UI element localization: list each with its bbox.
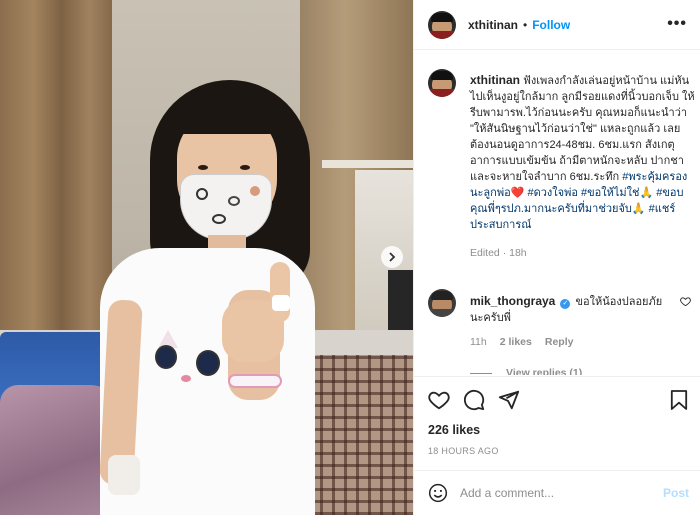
comment-bubble-icon[interactable]	[463, 389, 485, 411]
mask-pattern-4	[212, 214, 226, 224]
caption-avatar[interactable]	[428, 69, 456, 97]
shirt-cat-nose	[181, 375, 191, 382]
mask-pattern-2	[228, 196, 240, 206]
comments-scroll-area[interactable]: xthitinan ฟังเพลงกำลังเล่นอยู่หน้าบ้าน แ…	[414, 51, 700, 375]
curtain-left	[0, 0, 112, 360]
iv-bandage	[108, 455, 140, 495]
header-username[interactable]: xthitinan	[468, 18, 518, 32]
caption-time[interactable]: 18h	[509, 247, 527, 259]
comment-input[interactable]	[460, 486, 650, 500]
chevron-right-icon	[389, 252, 396, 262]
comment-like-heart-icon[interactable]	[680, 296, 691, 307]
verified-badge-icon: ✓	[560, 299, 571, 309]
more-options-icon[interactable]: •••	[667, 15, 687, 33]
caption-text: ฟังเพลงกำลังเล่นอยู่หน้าบ้าน แม่หันไปเห็…	[470, 75, 695, 183]
caption-meta: Edited · 18h	[470, 245, 698, 261]
likes-count[interactable]: 226 likes	[428, 423, 480, 437]
action-bar	[414, 376, 700, 422]
eye-right	[240, 165, 250, 170]
bangs	[170, 92, 282, 134]
finger-bandage	[272, 295, 290, 311]
mask-pattern-1	[196, 188, 208, 200]
edited-label: Edited	[470, 247, 500, 259]
finger-raised	[270, 262, 290, 322]
caption-username[interactable]: xthitinan	[470, 73, 520, 87]
comment-avatar[interactable]	[428, 289, 456, 317]
like-heart-icon[interactable]	[428, 389, 450, 411]
shelf	[322, 160, 413, 168]
hashtag[interactable]: #ดวงใจพ่อ	[527, 187, 577, 199]
comment-meta: 11h 2 likes Reply	[470, 336, 573, 348]
shirt-cat-eye-right	[196, 350, 220, 376]
comment-text-block: mik_thongraya ✓ ขอให้น้องปลอยภัยนะครับพี…	[470, 293, 670, 326]
shirt-cat-eye-left	[155, 345, 177, 369]
eye-left	[198, 165, 208, 170]
hashtag[interactable]: #ขอให้ไม่ใช่🙏	[581, 187, 653, 199]
add-comment-bar: Post	[414, 470, 700, 515]
caption-text-block: xthitinan ฟังเพลงกำลังเล่นอยู่หน้าบ้าน แ…	[470, 72, 698, 261]
bookmark-icon[interactable]	[670, 389, 688, 411]
avatar[interactable]	[428, 10, 456, 39]
view-replies-label: View replies (1)	[506, 367, 583, 375]
comment-likes[interactable]: 2 likes	[500, 336, 532, 348]
face-mask	[180, 174, 272, 240]
replies-divider	[470, 372, 492, 374]
follow-button[interactable]: Follow	[532, 18, 570, 32]
carousel-next-button[interactable]	[381, 246, 403, 268]
post-timestamp[interactable]: 18 HOURS AGO	[428, 446, 499, 456]
share-paper-plane-icon[interactable]	[498, 389, 520, 411]
mask-pattern-3	[250, 186, 260, 196]
view-replies-button[interactable]: View replies (1)	[470, 367, 582, 375]
post-comment-button[interactable]: Post	[663, 486, 689, 500]
plaid-bag	[308, 355, 413, 515]
comment-time[interactable]: 11h	[470, 336, 487, 348]
reply-button[interactable]: Reply	[545, 336, 574, 348]
emoji-icon[interactable]	[428, 483, 448, 503]
wristband	[228, 374, 282, 388]
post-header: xthitinan • Follow •••	[414, 0, 700, 50]
post-sidebar: xthitinan • Follow ••• xthitinan ฟังเพลง…	[413, 0, 700, 515]
post-photo[interactable]	[0, 0, 413, 515]
comment-username[interactable]: mik_thongraya	[470, 294, 555, 308]
header-separator: •	[523, 17, 528, 32]
